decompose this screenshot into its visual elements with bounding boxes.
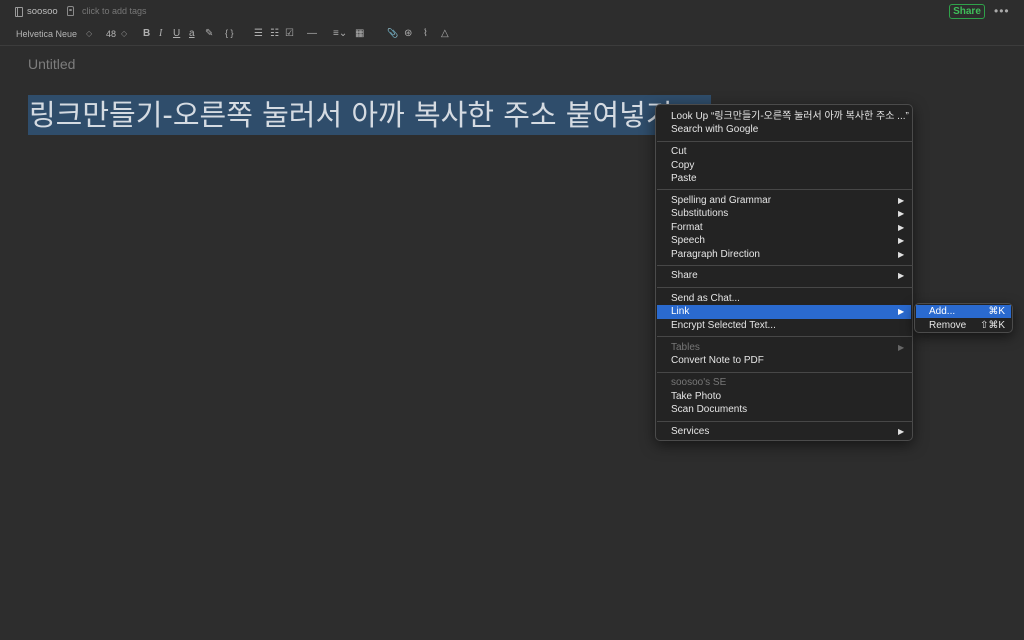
- menu-separator: [657, 141, 913, 142]
- bullet-list-icon[interactable]: ☰: [254, 28, 263, 39]
- menu-item-label: Speech: [671, 235, 705, 246]
- font-family-select[interactable]: Helvetica Neue: [16, 29, 77, 39]
- note-title-input[interactable]: Untitled: [28, 56, 75, 72]
- menu-section-device-header: soosoo's SE: [657, 376, 911, 390]
- bold-icon[interactable]: B: [143, 28, 150, 39]
- menu-item-encrypt[interactable]: Encrypt Selected Text...: [657, 319, 911, 333]
- more-options-icon[interactable]: •••: [994, 4, 1010, 18]
- link-submenu: Add... ⌘K Remove ⇧⌘K: [914, 303, 1013, 333]
- menu-item-cut[interactable]: Cut: [657, 145, 911, 159]
- menu-separator: [657, 372, 913, 373]
- note-header-bar: soosoo click to add tags Share •••: [0, 0, 1024, 24]
- menu-item-take-photo[interactable]: Take Photo: [657, 390, 911, 404]
- menu-item-send-as-chat[interactable]: Send as Chat...: [657, 292, 911, 306]
- submenu-item-label: Add...: [929, 306, 956, 317]
- submenu-arrow-icon: ▶: [898, 196, 905, 205]
- menu-separator: [657, 336, 913, 337]
- table-icon[interactable]: ▦: [355, 28, 364, 39]
- menu-item-tables: Tables ▶: [657, 341, 911, 355]
- evernote-window: soosoo click to add tags Share ••• Helve…: [0, 0, 1024, 640]
- menu-separator: [657, 265, 913, 266]
- numbered-list-icon[interactable]: ☷: [270, 28, 279, 39]
- text-color-icon[interactable]: a: [189, 28, 195, 39]
- checklist-icon[interactable]: ☑: [285, 28, 294, 39]
- attachment-icon[interactable]: 📎: [387, 28, 398, 39]
- menu-item-label: Cut: [671, 146, 687, 157]
- italic-icon[interactable]: I: [159, 28, 162, 39]
- submenu-arrow-icon: ▶: [898, 427, 905, 436]
- menu-item-label: Encrypt Selected Text...: [671, 320, 776, 331]
- menu-item-label: Paste: [671, 173, 697, 184]
- menu-item-substitutions[interactable]: Substitutions ▶: [657, 207, 911, 221]
- menu-item-search-google[interactable]: Search with Google: [657, 123, 911, 137]
- menu-item-paste[interactable]: Paste: [657, 172, 911, 186]
- menu-item-copy[interactable]: Copy: [657, 159, 911, 173]
- underline-icon[interactable]: U: [173, 28, 180, 39]
- font-family-stepper-icon[interactable]: ◇: [86, 29, 92, 38]
- share-button[interactable]: Share: [949, 4, 985, 19]
- menu-item-label: Copy: [671, 160, 695, 171]
- clip-icon[interactable]: ⌇: [423, 28, 428, 39]
- keyboard-shortcut: ⇧⌘K: [979, 320, 1005, 331]
- font-size-select[interactable]: 48: [106, 29, 116, 39]
- submenu-arrow-icon: ▶: [898, 250, 905, 259]
- menu-item-convert-pdf[interactable]: Convert Note to PDF: [657, 354, 911, 368]
- menu-item-label: Send as Chat...: [671, 293, 740, 304]
- submenu-item-add-link[interactable]: Add... ⌘K: [916, 305, 1011, 318]
- context-menu: Look Up “링크만들기-오른쪽 눌러서 아까 복사한 주소 ...” Se…: [655, 104, 913, 441]
- menu-item-label: soosoo's SE: [671, 377, 727, 388]
- tag-icon[interactable]: [67, 6, 74, 16]
- menu-item-format[interactable]: Format ▶: [657, 221, 911, 235]
- menu-item-look-up[interactable]: Look Up “링크만들기-오른쪽 눌러서 아까 복사한 주소 ...”: [657, 110, 911, 124]
- font-size-stepper-icon[interactable]: ◇: [121, 29, 127, 38]
- menu-separator: [657, 287, 913, 288]
- note-body-selected-text[interactable]: 링크만들기-오른쪽 눌러서 아까 복사한 주소 붙여넣기: [28, 95, 711, 135]
- formatting-toolbar: Helvetica Neue ◇ 48 ◇ B I U a ✎ { } ☰ ☷ …: [0, 25, 1024, 46]
- menu-separator: [657, 189, 913, 190]
- notebook-name[interactable]: soosoo: [27, 6, 58, 17]
- drive-icon[interactable]: △: [441, 28, 449, 39]
- menu-item-label: Substitutions: [671, 208, 729, 219]
- submenu-arrow-icon: ▶: [898, 236, 905, 245]
- submenu-arrow-icon: ▶: [898, 307, 905, 316]
- align-icon[interactable]: ≡⌄: [333, 28, 347, 39]
- notebook-icon[interactable]: [15, 7, 23, 17]
- menu-item-scan-documents[interactable]: Scan Documents: [657, 403, 911, 417]
- menu-item-link[interactable]: Link ▶: [657, 305, 911, 319]
- menu-item-label: Link: [671, 306, 690, 317]
- menu-item-label: Share: [671, 270, 698, 281]
- menu-item-label: Take Photo: [671, 391, 722, 402]
- menu-item-label: Format: [671, 222, 703, 233]
- code-block-icon[interactable]: { }: [225, 28, 234, 38]
- menu-item-label: Scan Documents: [671, 404, 748, 415]
- menu-item-label: Look Up “링크만들기-오른쪽 눌러서 아까 복사한 주소 ...”: [671, 111, 909, 122]
- menu-item-label: Search with Google: [671, 124, 759, 135]
- keyboard-shortcut: ⌘K: [988, 306, 1005, 317]
- menu-item-label: Convert Note to PDF: [671, 355, 764, 366]
- tags-input[interactable]: click to add tags: [82, 6, 147, 16]
- highlight-icon[interactable]: ✎: [205, 28, 213, 39]
- submenu-arrow-icon: ▶: [898, 209, 905, 218]
- menu-separator: [657, 421, 913, 422]
- submenu-arrow-icon: ▶: [898, 271, 905, 280]
- horizontal-rule-icon[interactable]: —: [307, 28, 317, 39]
- menu-item-label: Tables: [671, 342, 700, 353]
- menu-item-label: Services: [671, 426, 710, 437]
- menu-item-spelling-grammar[interactable]: Spelling and Grammar ▶: [657, 194, 911, 208]
- menu-item-services[interactable]: Services ▶: [657, 425, 911, 439]
- link-icon[interactable]: ⊛: [404, 28, 412, 39]
- menu-item-label: Paragraph Direction: [671, 249, 760, 260]
- submenu-arrow-icon: ▶: [898, 223, 905, 232]
- submenu-item-remove-link[interactable]: Remove ⇧⌘K: [916, 319, 1011, 332]
- menu-item-share[interactable]: Share ▶: [657, 269, 911, 283]
- menu-item-paragraph-direction[interactable]: Paragraph Direction ▶: [657, 248, 911, 262]
- submenu-item-label: Remove: [929, 320, 967, 331]
- menu-item-speech[interactable]: Speech ▶: [657, 234, 911, 248]
- menu-item-label: Spelling and Grammar: [671, 195, 772, 206]
- submenu-arrow-icon: ▶: [898, 343, 905, 352]
